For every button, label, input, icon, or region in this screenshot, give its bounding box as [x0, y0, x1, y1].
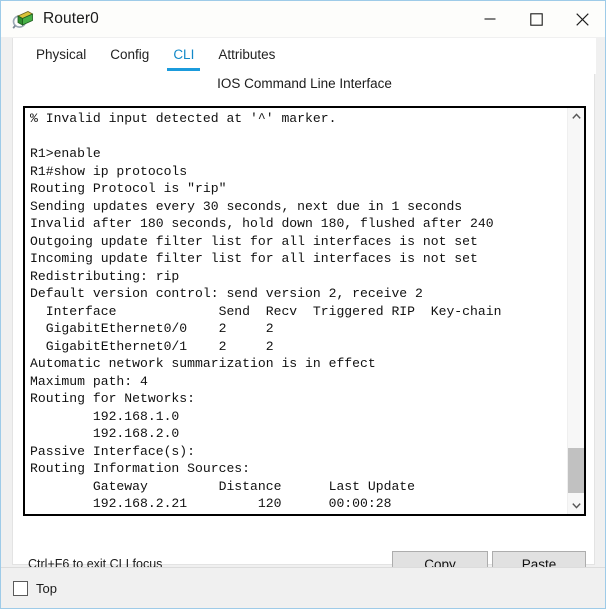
cli-terminal[interactable]: % Invalid input detected at '^' marker. …: [23, 106, 586, 516]
terminal-scrollbar[interactable]: [567, 108, 584, 514]
router-device-icon: [12, 8, 34, 30]
terminal-output: % Invalid input detected at '^' marker. …: [30, 110, 560, 514]
tab-attributes[interactable]: Attributes: [206, 38, 287, 71]
title-bar: Router0: [1, 0, 605, 37]
tab-bar: Physical Config CLI Attributes: [13, 38, 596, 74]
tab-physical[interactable]: Physical: [24, 38, 98, 71]
status-bar: Top: [1, 567, 605, 608]
cli-section-header: IOS Command Line Interface: [217, 76, 392, 91]
top-checkbox[interactable]: [13, 580, 28, 596]
maximize-button[interactable]: [513, 1, 559, 37]
tab-config[interactable]: Config: [98, 38, 161, 71]
window-title: Router0: [43, 10, 99, 28]
terminal-output-text: % Invalid input detected at '^' marker. …: [30, 111, 502, 514]
top-checkbox-label: Top: [36, 580, 57, 596]
chevron-down-icon[interactable]: [568, 497, 584, 514]
scrollbar-track[interactable]: [568, 125, 584, 497]
router-cli-window: Router0 Physical Config CLI Attributes I…: [0, 0, 606, 609]
chevron-up-icon[interactable]: [568, 108, 584, 125]
device-panel: Physical Config CLI Attributes IOS Comma…: [12, 38, 596, 578]
scrollbar-thumb[interactable]: [568, 448, 584, 493]
minimize-button[interactable]: [467, 1, 513, 37]
close-button[interactable]: [559, 1, 605, 37]
tab-cli[interactable]: CLI: [161, 38, 206, 71]
